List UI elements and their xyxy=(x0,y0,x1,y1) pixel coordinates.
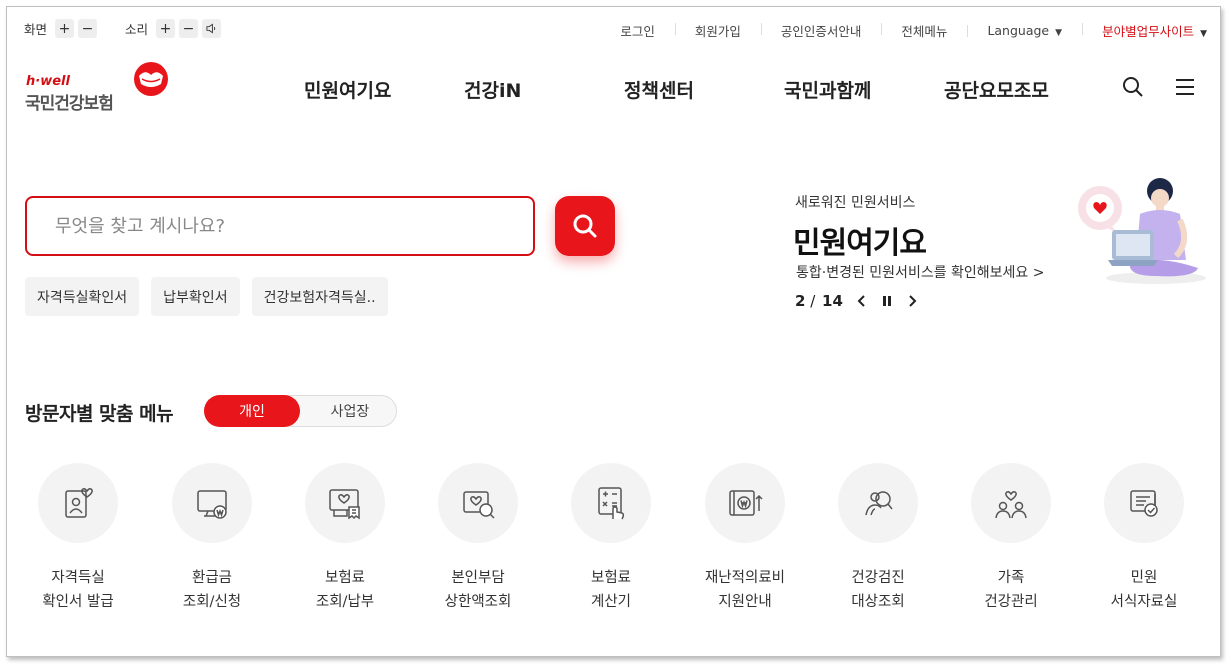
promo-title[interactable]: 민원여기요 xyxy=(793,218,927,262)
speaker-icon[interactable] xyxy=(202,19,222,38)
promo-link[interactable]: 통합·변경된 민원서비스를 확인해보세요 > xyxy=(796,262,1045,282)
search-input[interactable] xyxy=(27,198,533,254)
menu-label-line1: 가족 xyxy=(997,570,1025,586)
caret-down-icon: ▼ xyxy=(1055,28,1063,38)
keyword-chip[interactable]: 건강보험자격득실.. xyxy=(251,277,388,316)
volume-down-button[interactable]: − xyxy=(179,19,199,38)
family-heart-icon xyxy=(995,490,1027,519)
search-icon[interactable] xyxy=(1122,76,1144,98)
invoice-heart-icon xyxy=(329,489,360,520)
nav-health-in[interactable]: 건강iN xyxy=(464,76,521,103)
menu-label-line2: 조회/납부 xyxy=(315,594,375,610)
nav-about-nhis[interactable]: 공단요모조모 xyxy=(944,76,1049,103)
logo-tagline: h·well xyxy=(26,74,70,89)
promo-subtitle: 새로워진 민원서비스 xyxy=(795,195,916,211)
utility-links: 로그인 회원가입 공인인증서안내 전체메뉴 Language ▼ 분야별업무사이트… xyxy=(600,21,1207,40)
menu-label-line1: 환급금 xyxy=(191,570,233,586)
menu-label-line2: 확인서 발급 xyxy=(42,594,114,610)
prev-slide-button[interactable] xyxy=(857,294,867,308)
visitor-menu-title: 방문자별 맞춤 메뉴 xyxy=(25,403,174,425)
all-menu-link[interactable]: 전체메뉴 xyxy=(881,21,967,40)
id-card-heart-icon xyxy=(65,487,93,518)
menu-label-line2: 상한액조회 xyxy=(444,594,512,610)
business-site-select[interactable]: 분야별업무사이트 ▼ xyxy=(1082,21,1207,40)
monitor-won-icon xyxy=(197,490,227,519)
image-search-icon xyxy=(463,491,495,519)
chevron-left-icon xyxy=(857,295,865,307)
menu-catastrophic-medical-support[interactable]: 재난적의료비 지원안내 xyxy=(678,463,812,614)
nav-with-citizens[interactable]: 국민과함께 xyxy=(784,76,871,103)
wallet-won-up-icon xyxy=(729,490,763,516)
menu-premium-calculator[interactable]: 보험료 계산기 xyxy=(544,463,678,614)
accessibility-controls: 화면 + − 소리 + − xyxy=(24,19,225,38)
sound-label: 소리 xyxy=(125,22,149,37)
caret-down-icon: ▼ xyxy=(1200,29,1207,39)
menu-label-line1: 본인부담 xyxy=(451,570,505,586)
login-link[interactable]: 로그인 xyxy=(600,21,675,40)
keyword-chip[interactable]: 납부확인서 xyxy=(151,277,240,316)
pager-total: 14 xyxy=(822,292,843,310)
logo-name: 국민건강보험 xyxy=(25,94,114,114)
menu-label-line2: 대상조회 xyxy=(851,594,905,610)
toggle-business[interactable]: 사업장 xyxy=(302,395,398,427)
menu-civil-forms-library[interactable]: 민원 서식자료실 xyxy=(1077,463,1211,614)
certificate-guide-link[interactable]: 공인인증서안내 xyxy=(760,21,882,40)
screen-label: 화면 xyxy=(24,22,48,37)
visitor-type-toggle: 개인 사업장 xyxy=(204,395,397,427)
keyword-chip[interactable]: 자격득실확인서 xyxy=(25,277,140,316)
pause-icon xyxy=(882,296,891,306)
chevron-right-icon xyxy=(909,295,917,307)
next-slide-button[interactable] xyxy=(907,294,917,308)
menu-premium-payment[interactable]: 보험료 조회/납부 xyxy=(278,463,412,614)
volume-up-button[interactable]: + xyxy=(156,19,176,38)
menu-family-health[interactable]: 가족 건강관리 xyxy=(944,463,1078,614)
nav-civil-service[interactable]: 민원여기요 xyxy=(304,76,391,103)
menu-label-line1: 재난적의료비 xyxy=(704,570,786,586)
signup-link[interactable]: 회원가입 xyxy=(674,21,761,40)
language-select[interactable]: Language ▼ xyxy=(967,23,1082,38)
menu-label-line1: 민원 xyxy=(1130,570,1158,586)
menu-label-line1: 자격득실 xyxy=(51,570,105,586)
business-site-label: 분야별업무사이트 xyxy=(1102,24,1195,39)
pager-current: 2 xyxy=(795,292,806,310)
search-box xyxy=(25,196,535,256)
document-check-icon xyxy=(1130,490,1158,517)
person-search-icon xyxy=(865,491,893,516)
menu-label-line2: 계산기 xyxy=(590,594,632,610)
pause-slide-button[interactable] xyxy=(881,294,893,308)
popular-keywords: 자격득실확인서 납부확인서 건강보험자격득실.. xyxy=(25,277,400,316)
search-icon xyxy=(573,214,597,238)
language-label: Language xyxy=(987,23,1050,38)
nav-policy-center[interactable]: 정책센터 xyxy=(624,76,694,103)
pager-separator: / xyxy=(805,292,821,310)
menu-label-line2: 지원안내 xyxy=(718,594,772,610)
menu-label-line1: 보험료 xyxy=(590,570,632,586)
hamburger-menu-icon[interactable] xyxy=(1174,78,1196,96)
menu-refund-inquiry[interactable]: 환급금 조회/신청 xyxy=(145,463,279,614)
nhis-logo[interactable]: h·well 국민건강보험 xyxy=(24,60,174,114)
menu-label-line1: 보험료 xyxy=(324,570,366,586)
menu-label-line2: 서식자료실 xyxy=(1110,594,1178,610)
woman-laptop-illustration xyxy=(1078,178,1206,284)
menu-label-line2: 건강관리 xyxy=(984,594,1038,610)
calculator-hand-icon xyxy=(598,487,625,520)
menu-copayment-limit[interactable]: 본인부담 상한액조회 xyxy=(411,463,545,614)
screen-zoom-out-button[interactable]: − xyxy=(78,19,98,38)
screen-zoom-in-button[interactable]: + xyxy=(55,19,75,38)
menu-qualification-certificate[interactable]: 자격득실 확인서 발급 xyxy=(11,463,145,614)
toggle-individual[interactable]: 개인 xyxy=(204,395,300,427)
logo-emblem-icon xyxy=(134,62,168,96)
menu-health-checkup-target[interactable]: 건강검진 대상조회 xyxy=(811,463,945,614)
menu-label-line2: 조회/신청 xyxy=(182,594,242,610)
menu-label-line1: 건강검진 xyxy=(851,570,905,586)
promo-pager: 2 / 14 xyxy=(795,292,917,310)
search-button[interactable] xyxy=(555,196,615,256)
